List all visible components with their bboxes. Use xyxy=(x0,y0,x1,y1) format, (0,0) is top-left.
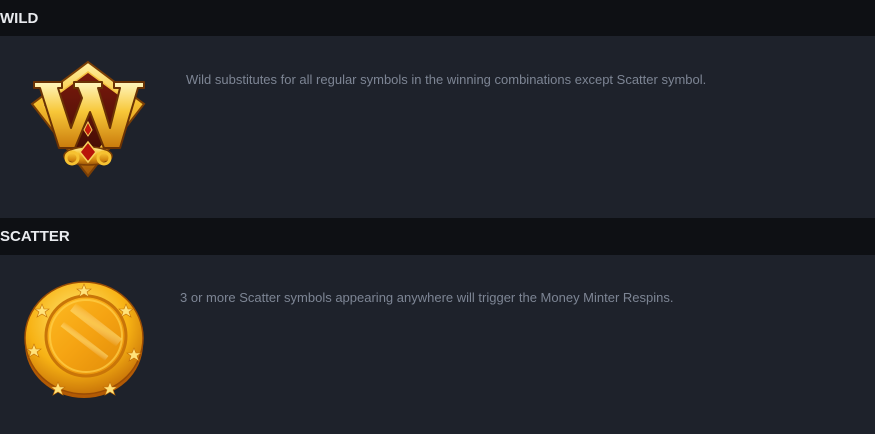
wild-section-header: WILD xyxy=(0,0,875,36)
wild-w-emblem-icon xyxy=(28,58,150,180)
wild-section-title: WILD xyxy=(0,9,39,27)
paytable-page: WILD Wild substitutes for all regular sy… xyxy=(0,0,875,434)
scatter-description: 3 or more Scatter symbols appearing anyw… xyxy=(180,290,674,305)
gold-coin-icon xyxy=(22,278,146,400)
wild-description: Wild substitutes for all regular symbols… xyxy=(186,72,707,87)
scatter-section-title: SCATTER xyxy=(0,228,70,245)
scatter-section-header: SCATTER xyxy=(0,218,875,255)
